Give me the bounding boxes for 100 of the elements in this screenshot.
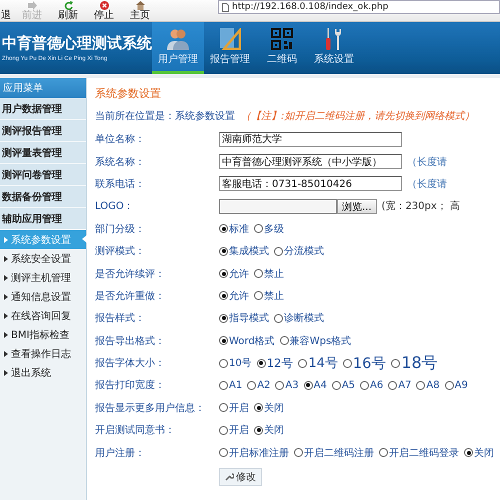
- option-label[interactable]: 开启标准注册: [229, 446, 289, 460]
- menu-group[interactable]: 用户数据管理: [0, 98, 86, 120]
- radio-button[interactable]: [391, 358, 400, 368]
- nav-tab[interactable]: 报告管理: [204, 22, 256, 74]
- qr-code-icon: [271, 28, 293, 50]
- option-label[interactable]: 12号: [266, 356, 294, 371]
- option-label[interactable]: 多级: [264, 222, 284, 236]
- option-label[interactable]: 16号: [352, 354, 386, 373]
- radio-button[interactable]: [304, 380, 313, 390]
- option-label[interactable]: A3: [285, 380, 299, 391]
- option-label[interactable]: 分流模式: [284, 244, 324, 258]
- option-label[interactable]: 开启: [229, 423, 249, 438]
- radio-button[interactable]: [219, 224, 228, 234]
- option-label[interactable]: 关闭: [264, 423, 284, 438]
- radio-button[interactable]: [342, 358, 352, 368]
- radio-button[interactable]: [274, 314, 283, 323]
- radio-button[interactable]: [388, 380, 398, 390]
- nav-tab[interactable]: 系统设置: [308, 22, 360, 74]
- browse-button[interactable]: 浏览...: [337, 198, 377, 214]
- option-label[interactable]: 允许: [229, 266, 249, 281]
- radio-button[interactable]: [332, 380, 341, 390]
- address-bar[interactable]: http://192.168.0.108/index_ok.php: [218, 0, 500, 14]
- radio-button[interactable]: [219, 246, 228, 256]
- hint-text: （长度请: [407, 156, 447, 169]
- radio-button[interactable]: [360, 380, 370, 390]
- file-input[interactable]: [219, 198, 337, 214]
- option-label[interactable]: 诊断模式: [284, 311, 324, 326]
- option-label[interactable]: A4: [314, 380, 327, 391]
- option-label[interactable]: Word格式: [229, 334, 275, 348]
- text-input[interactable]: 湖南师范大学: [219, 132, 402, 147]
- menu-item[interactable]: 系统安全设置: [0, 249, 86, 268]
- radio-button[interactable]: [219, 269, 228, 278]
- option-label[interactable]: 集成模式: [229, 244, 269, 258]
- field-label: 报告打印宽度：: [95, 378, 166, 392]
- option-label[interactable]: 指导模式: [229, 311, 269, 326]
- radio-button[interactable]: [247, 380, 256, 390]
- radio-button[interactable]: [219, 426, 228, 435]
- option-label[interactable]: A8: [426, 380, 440, 391]
- option-label[interactable]: 开启: [229, 400, 249, 415]
- radio-button[interactable]: [379, 448, 388, 458]
- menu-item[interactable]: 查看操作日志: [0, 344, 86, 363]
- menu-item[interactable]: 在线咨询回复: [0, 306, 86, 325]
- save-button[interactable]: 修改: [219, 468, 262, 486]
- menu-group[interactable]: 辅助应用管理: [0, 208, 86, 230]
- menu-group[interactable]: 测评报告管理: [0, 120, 86, 142]
- option-label[interactable]: A5: [342, 380, 356, 391]
- option-label[interactable]: 关闭: [474, 446, 494, 460]
- radio-button[interactable]: [219, 380, 228, 390]
- menu-item[interactable]: 测评主机管理: [0, 268, 86, 287]
- option-label[interactable]: A1: [229, 380, 242, 391]
- option-label[interactable]: 兼容Wps格式: [290, 334, 352, 348]
- menu-group[interactable]: 测评量表管理: [0, 142, 86, 164]
- radio-button[interactable]: [219, 291, 228, 300]
- text-input[interactable]: 客服电话：0731-85010426: [219, 176, 402, 192]
- radio-button[interactable]: [444, 380, 454, 390]
- nav-tab[interactable]: 用户管理: [152, 22, 204, 74]
- radio-button[interactable]: [280, 336, 289, 346]
- radio-button[interactable]: [254, 269, 263, 278]
- nav-tab[interactable]: 二维码: [256, 22, 308, 74]
- radio-button[interactable]: [219, 336, 228, 346]
- option-label[interactable]: 14号: [308, 354, 338, 372]
- browser-button[interactable]: 退: [0, 0, 14, 21]
- option-label[interactable]: A7: [398, 380, 412, 391]
- menu-item[interactable]: 通知信息设置: [0, 287, 86, 306]
- option-label[interactable]: 禁止: [264, 288, 284, 303]
- menu-item[interactable]: BMI指标检查: [0, 325, 86, 344]
- option-label[interactable]: 开启二维码注册: [304, 446, 374, 460]
- radio-button[interactable]: [274, 246, 283, 256]
- radio-button[interactable]: [275, 380, 284, 390]
- option-label[interactable]: 18号: [401, 352, 438, 374]
- browser-button[interactable]: 停止: [86, 0, 122, 21]
- radio-button[interactable]: [219, 314, 228, 323]
- radio-button[interactable]: [298, 358, 308, 368]
- radio-button[interactable]: [294, 448, 303, 458]
- option-label[interactable]: 开启二维码登录: [389, 446, 459, 460]
- radio-button[interactable]: [219, 403, 228, 412]
- option-label[interactable]: 允许: [229, 288, 249, 303]
- triangle-bullet-icon: [4, 332, 8, 338]
- option-label[interactable]: A6: [370, 380, 384, 391]
- radio-button[interactable]: [219, 358, 228, 368]
- radio-button[interactable]: [254, 224, 263, 234]
- option-label[interactable]: 标准: [229, 222, 249, 236]
- browser-button[interactable]: 刷新: [50, 0, 86, 21]
- radio-button[interactable]: [254, 291, 263, 300]
- radio-button[interactable]: [416, 380, 426, 390]
- browser-button[interactable]: 主页: [122, 0, 158, 21]
- radio-button[interactable]: [256, 358, 266, 368]
- menu-group[interactable]: 测评问卷管理: [0, 164, 86, 186]
- radio-button[interactable]: [219, 448, 228, 458]
- option-label[interactable]: A2: [257, 380, 270, 391]
- option-label[interactable]: 10号: [229, 356, 252, 370]
- text-input[interactable]: 中育普德心理测评系统（中小学版）: [219, 154, 402, 170]
- option-label[interactable]: A9: [454, 380, 468, 391]
- menu-item[interactable]: 退出系统: [0, 363, 86, 382]
- radio-button[interactable]: [254, 403, 263, 412]
- option-label[interactable]: 关闭: [264, 400, 284, 415]
- radio-button[interactable]: [254, 426, 263, 435]
- menu-group[interactable]: 数据备份管理: [0, 186, 86, 208]
- option-label[interactable]: 禁止: [264, 266, 284, 281]
- radio-button[interactable]: [464, 448, 473, 458]
